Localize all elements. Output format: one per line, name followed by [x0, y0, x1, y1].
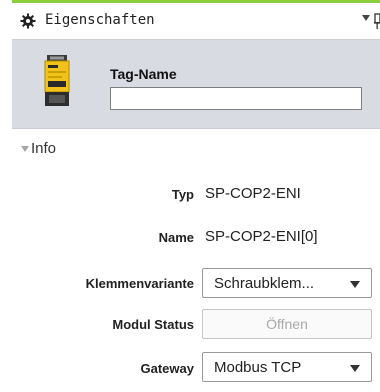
name-label: Name: [158, 230, 194, 245]
typ-label: Typ: [171, 187, 194, 202]
name-value: SP-COP2-ENI[0]: [205, 228, 318, 245]
pin-icon[interactable]: [374, 12, 380, 30]
info-section-header[interactable]: Info: [12, 138, 380, 164]
gateway-selected: Modbus TCP: [214, 359, 302, 376]
gateway-label: Gateway: [140, 361, 194, 376]
klemmenvariante-label: Klemmenvariante: [85, 276, 194, 291]
chevron-down-icon: [350, 365, 360, 372]
gateway-select[interactable]: Modbus TCP: [202, 352, 372, 382]
properties-panel: Eigenschaften Tag-Name Info Typ SP-COP2-…: [12, 0, 380, 392]
device-header: Tag-Name: [12, 40, 380, 129]
dropdown-arrow-icon[interactable]: [362, 15, 370, 21]
chevron-down-icon: [350, 281, 360, 288]
tag-name-input[interactable]: [110, 87, 362, 110]
modul-status-open-button[interactable]: Öffnen: [202, 309, 372, 339]
typ-value: SP-COP2-ENI: [205, 185, 301, 202]
info-section-label: Info: [31, 140, 57, 157]
collapse-arrow-icon[interactable]: [21, 146, 29, 152]
klemmenvariante-selected: Schraubklem...: [214, 275, 315, 292]
panel-title: Eigenschaften: [45, 12, 155, 28]
gear-icon: [20, 13, 36, 29]
klemmenvariante-select[interactable]: Schraubklem...: [202, 268, 372, 298]
tag-name-label: Tag-Name: [110, 66, 177, 82]
modul-status-label: Modul Status: [112, 317, 194, 332]
panel-titlebar: Eigenschaften: [12, 3, 380, 40]
device-module-icon: [44, 55, 70, 106]
